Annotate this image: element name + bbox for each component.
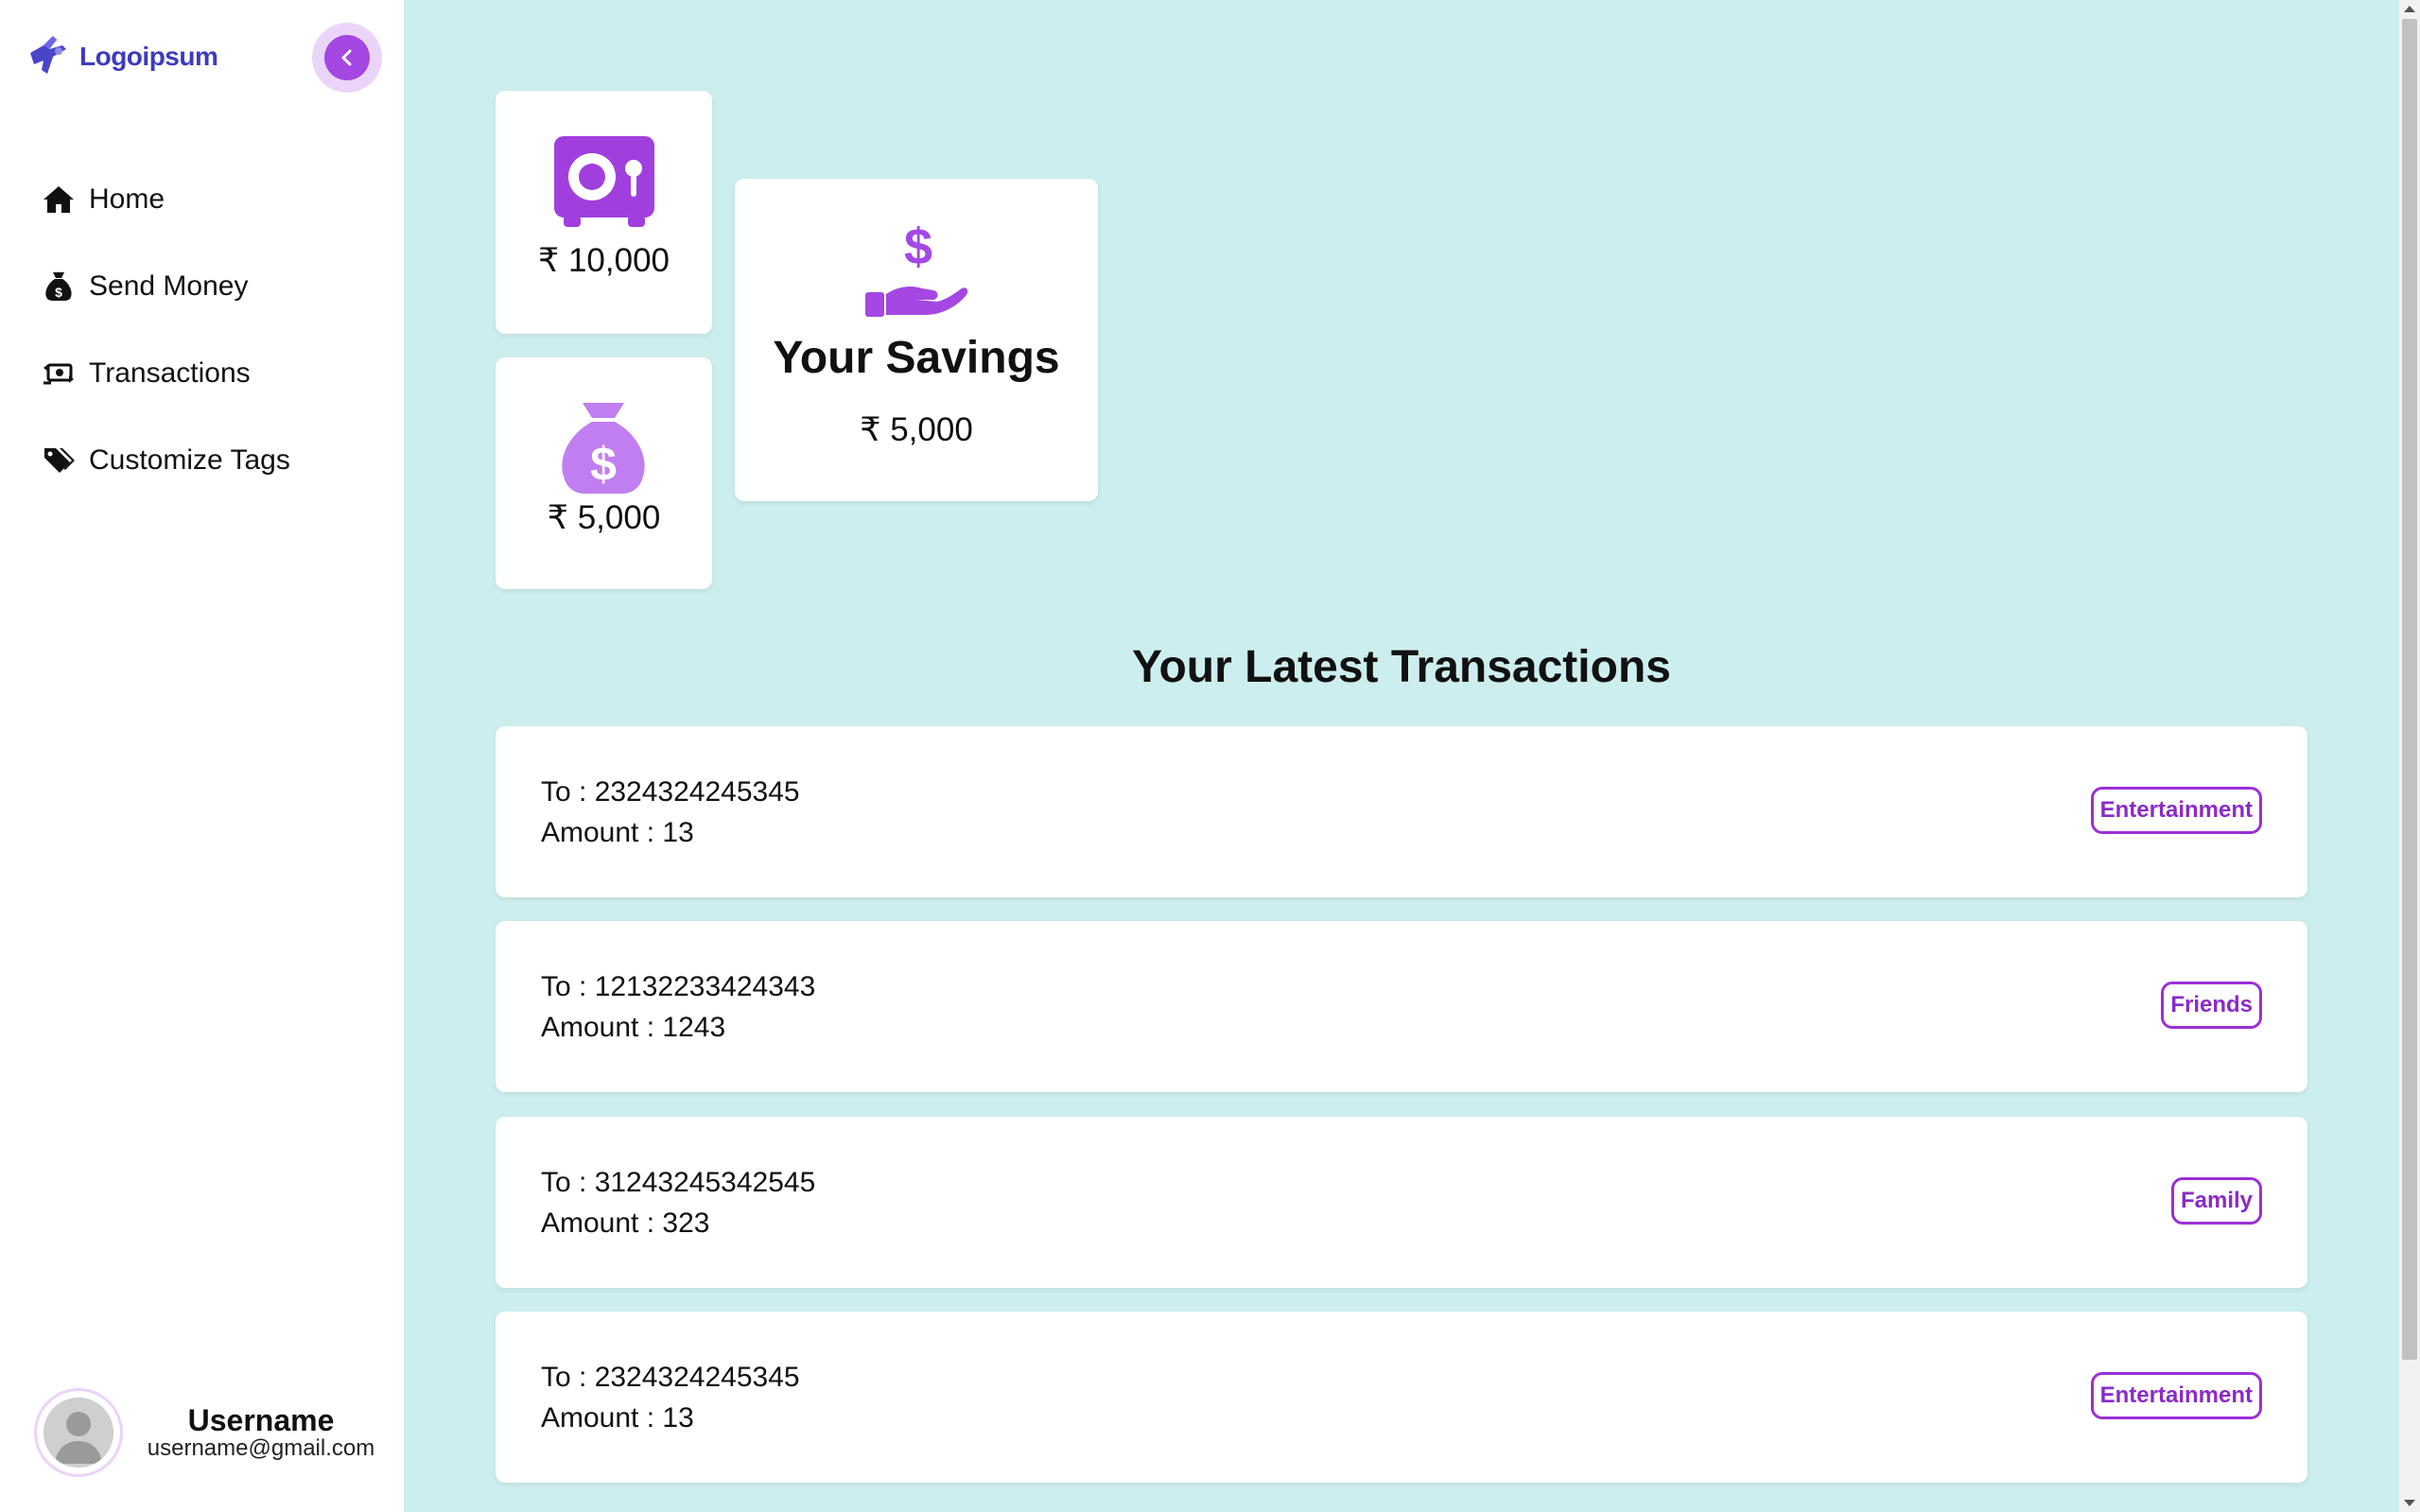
- transaction-recipient: To : 2324324245345: [541, 776, 800, 808]
- money-bag-icon: $: [562, 403, 645, 494]
- savings-amount: ₹ 5,000: [860, 411, 973, 448]
- svg-text:$: $: [55, 285, 62, 300]
- transaction-row[interactable]: To : 31243245342545 Amount : 323 Family: [496, 1117, 2307, 1288]
- scroll-down-arrow-icon[interactable]: [2404, 1500, 2415, 1506]
- avatar[interactable]: [34, 1388, 123, 1477]
- transaction-tag[interactable]: Friends: [2161, 982, 2262, 1029]
- transaction-recipient: To : 2324324245345: [541, 1362, 800, 1393]
- scrollbar-thumb[interactable]: [2402, 19, 2417, 1360]
- transaction-amount: Amount : 1243: [541, 1012, 726, 1043]
- sidebar-item-label: Customize Tags: [89, 444, 290, 476]
- user-name: Username: [187, 1403, 335, 1437]
- vault-icon: [554, 136, 654, 227]
- money-bag-icon: $: [45, 272, 72, 301]
- sidebar-item-send-money[interactable]: $ Send Money: [42, 243, 290, 330]
- sidebar: Logoipsum Home $ Send Money Transactions…: [0, 0, 404, 1512]
- sidebar-item-customize-tags[interactable]: Customize Tags: [42, 417, 290, 504]
- transaction-recipient: To : 31243245342545: [541, 1167, 816, 1198]
- savings-card: $ Your Savings ₹ 5,000: [735, 179, 1098, 501]
- logo-icon: [30, 36, 66, 74]
- savings-title: Your Savings: [773, 333, 1060, 383]
- home-icon: [44, 186, 74, 213]
- spent-amount: ₹ 5,000: [547, 499, 661, 536]
- transaction-amount: Amount : 323: [541, 1208, 710, 1239]
- transaction-tag[interactable]: Entertainment: [2090, 787, 2262, 834]
- transaction-tag[interactable]: Family: [2170, 1177, 2262, 1225]
- scroll-up-arrow-icon[interactable]: [2404, 6, 2415, 12]
- balance-amount: ₹ 10,000: [537, 242, 670, 279]
- transaction-row[interactable]: To : 12132233424343 Amount : 1243 Friend…: [496, 921, 2307, 1092]
- user-email: username@gmail.com: [147, 1435, 375, 1461]
- sidebar-item-label: Transactions: [89, 357, 251, 389]
- svg-text:$: $: [904, 220, 932, 275]
- avatar-icon: [44, 1398, 113, 1468]
- sidebar-item-transactions[interactable]: Transactions: [42, 330, 290, 417]
- sidebar-item-home[interactable]: Home: [42, 156, 290, 243]
- transaction-recipient: To : 12132233424343: [541, 971, 816, 1002]
- brand-name: Logoipsum: [79, 42, 218, 71]
- sidebar-item-label: Send Money: [89, 270, 249, 302]
- svg-text:$: $: [590, 438, 617, 491]
- collapse-sidebar-button[interactable]: [312, 23, 382, 93]
- money-exchange-icon: [44, 363, 74, 385]
- transaction-row[interactable]: To : 2324324245345 Amount : 13 Entertain…: [496, 726, 2307, 897]
- transactions-heading: Your Latest Transactions: [1132, 642, 1671, 692]
- hand-dollar-icon: $: [865, 220, 968, 317]
- page-scrollbar[interactable]: [2399, 0, 2420, 1512]
- user-profile[interactable]: Username username@gmail.com: [34, 1388, 393, 1483]
- brand-logo[interactable]: Logoipsum: [25, 32, 218, 81]
- transaction-amount: Amount : 13: [541, 817, 694, 848]
- chevron-left-icon: [341, 49, 352, 66]
- transaction-tag[interactable]: Entertainment: [2090, 1372, 2262, 1419]
- tags-icon: [44, 448, 75, 473]
- transaction-row[interactable]: To : 2324324245345 Amount : 13 Entertain…: [496, 1312, 2307, 1483]
- transaction-amount: Amount : 13: [541, 1402, 694, 1434]
- sidebar-nav: Home $ Send Money Transactions Customize…: [42, 156, 290, 504]
- sidebar-item-label: Home: [89, 183, 165, 215]
- spent-card: $ ₹ 5,000: [496, 357, 712, 589]
- balance-card: ₹ 10,000: [496, 91, 712, 334]
